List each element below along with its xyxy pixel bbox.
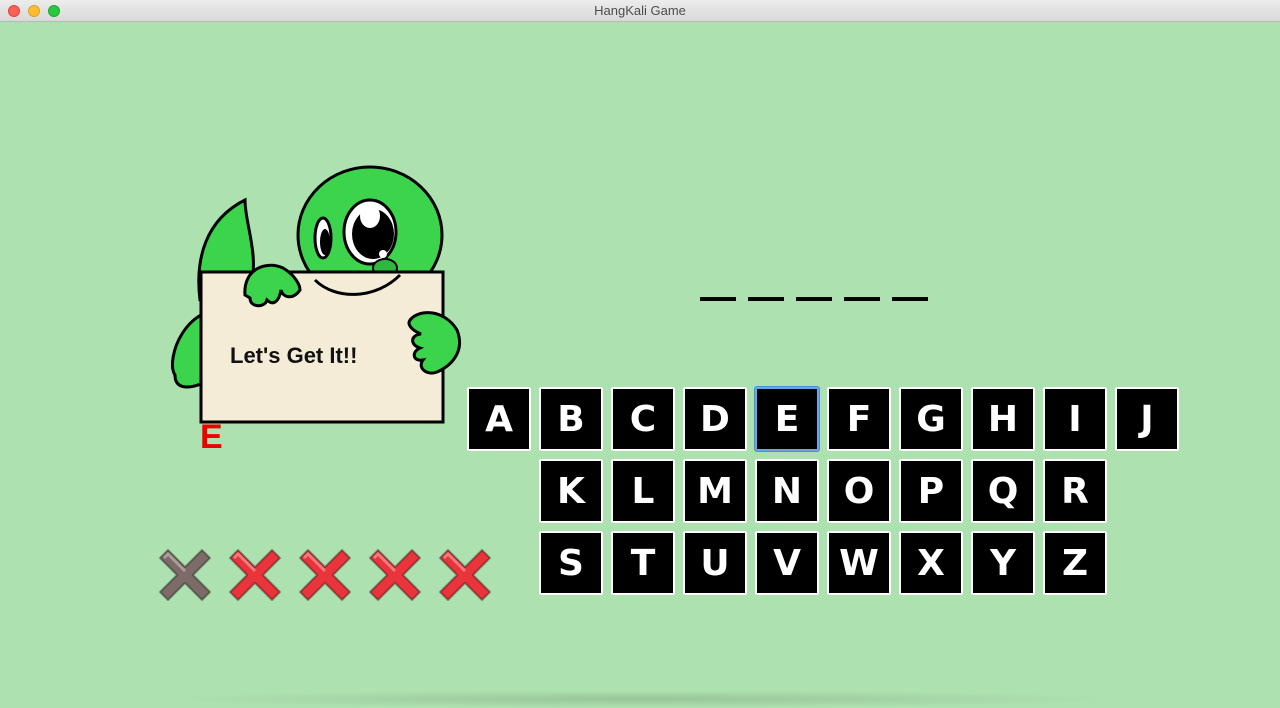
letter-key-i[interactable]: I: [1043, 387, 1107, 451]
strike-remaining-icon: [220, 540, 290, 610]
letter-key-k[interactable]: K: [539, 459, 603, 523]
letter-key-t[interactable]: T: [611, 531, 675, 595]
keyboard-row: KLMNOPQR: [463, 459, 1183, 523]
strike-counter: [150, 540, 500, 610]
letter-key-z[interactable]: Z: [1043, 531, 1107, 595]
letter-key-q[interactable]: Q: [971, 459, 1035, 523]
keyboard-row: STUVWXYZ: [463, 531, 1183, 595]
letter-key-m[interactable]: M: [683, 459, 747, 523]
letter-key-a[interactable]: A: [467, 387, 531, 451]
window-bottom-shadow: [160, 690, 1120, 708]
word-letter-slot: [844, 283, 880, 301]
lizard-mascot-icon: [171, 165, 461, 424]
letter-key-e[interactable]: E: [755, 387, 819, 451]
letter-key-d[interactable]: D: [683, 387, 747, 451]
letter-key-f[interactable]: F: [827, 387, 891, 451]
letter-key-l[interactable]: L: [611, 459, 675, 523]
letter-key-o[interactable]: O: [827, 459, 891, 523]
letter-keyboard: ABCDEFGHIJ KLMNOPQR STUVWXYZ: [463, 387, 1183, 603]
word-letter-slot: [700, 283, 736, 301]
word-letter-slot: [892, 283, 928, 301]
letter-key-h[interactable]: H: [971, 387, 1035, 451]
letter-key-s[interactable]: S: [539, 531, 603, 595]
keyboard-row: ABCDEFGHIJ: [463, 387, 1183, 451]
letter-key-n[interactable]: N: [755, 459, 819, 523]
letter-key-y[interactable]: Y: [971, 531, 1035, 595]
letter-key-j[interactable]: J: [1115, 387, 1179, 451]
letter-key-b[interactable]: B: [539, 387, 603, 451]
strike-remaining-icon: [430, 540, 500, 610]
letter-key-p[interactable]: P: [899, 459, 963, 523]
word-letter-slot: [748, 283, 784, 301]
window-titlebar: HangKali Game: [0, 0, 1280, 22]
used-letters: E: [200, 418, 225, 456]
strike-remaining-icon: [290, 540, 360, 610]
strike-used-icon: [150, 540, 220, 610]
letter-key-v[interactable]: V: [755, 531, 819, 595]
letter-key-u[interactable]: U: [683, 531, 747, 595]
sign-message: Let's Get It!!: [230, 343, 358, 368]
letter-key-g[interactable]: G: [899, 387, 963, 451]
letter-key-c[interactable]: C: [611, 387, 675, 451]
letter-key-w[interactable]: W: [827, 531, 891, 595]
strike-remaining-icon: [360, 540, 430, 610]
window-title: HangKali Game: [594, 3, 686, 18]
word-letter-slot: [796, 283, 832, 301]
letter-key-r[interactable]: R: [1043, 459, 1107, 523]
word-slots: [700, 283, 928, 301]
letter-key-x[interactable]: X: [899, 531, 963, 595]
